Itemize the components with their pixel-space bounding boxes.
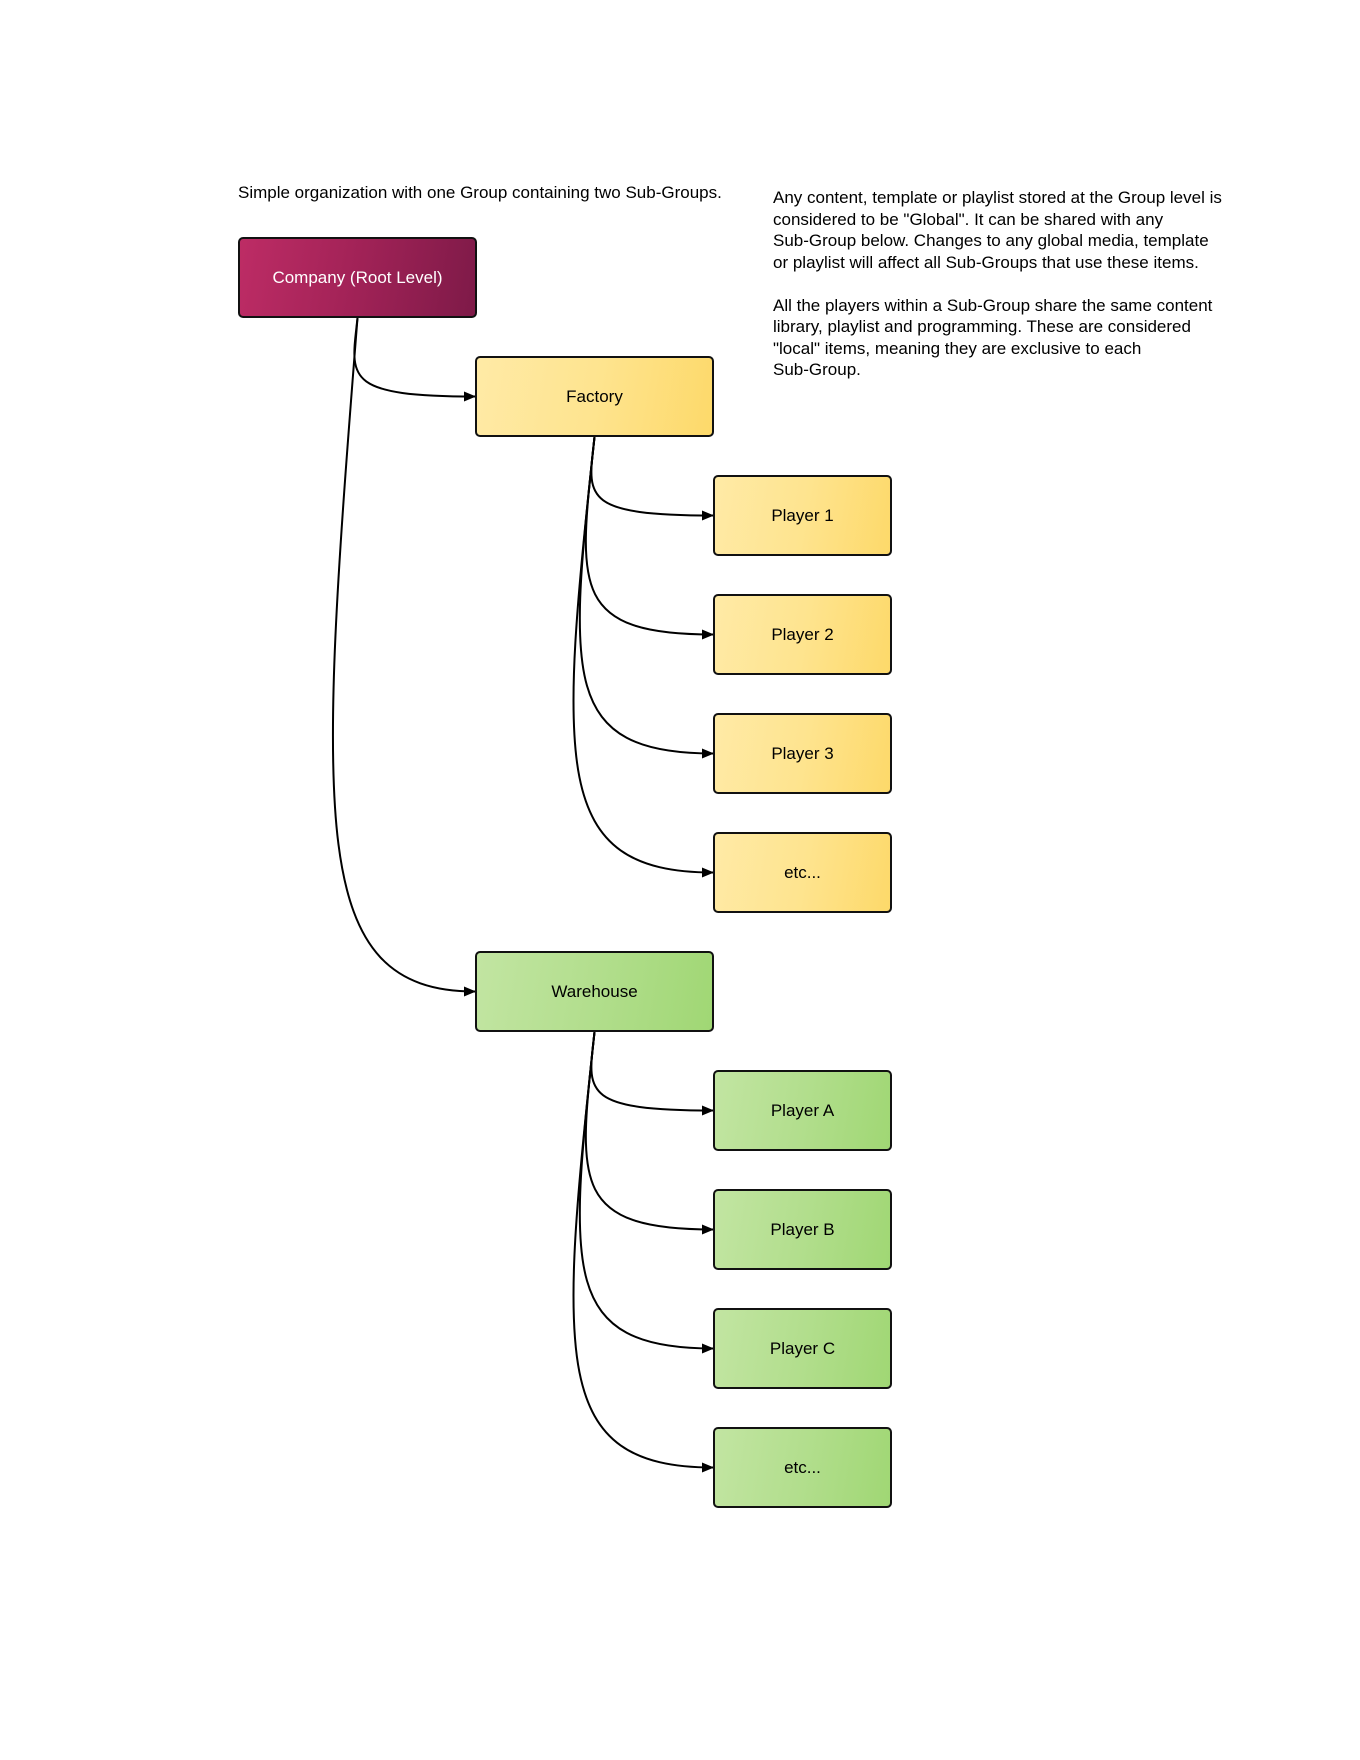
- node-label: Player 1: [771, 505, 834, 525]
- node-warehouse-etc[interactable]: etc...: [713, 1427, 892, 1508]
- node-company-root[interactable]: Company (Root Level): [238, 237, 477, 318]
- node-label: Player A: [770, 1100, 835, 1120]
- connector-player-c: [578, 1031, 714, 1354]
- node-label: Player B: [770, 1219, 835, 1239]
- node-label: Warehouse: [551, 981, 638, 1001]
- connector-factory-etc: [572, 436, 714, 878]
- connector-warehouse-etc: [572, 1031, 714, 1473]
- connector-company-to-warehouse: [331, 317, 476, 997]
- node-player-2[interactable]: Player 2: [713, 594, 892, 675]
- node-factory-etc[interactable]: etc...: [713, 832, 892, 913]
- node-player-a[interactable]: Player A: [713, 1070, 892, 1151]
- node-label: Player C: [769, 1338, 836, 1358]
- connector-company-to-factory: [353, 317, 476, 402]
- node-player-3[interactable]: Player 3: [713, 713, 892, 794]
- connector-layer: [331, 317, 714, 1473]
- node-label: etc...: [784, 1457, 821, 1477]
- node-player-b[interactable]: Player B: [713, 1189, 892, 1270]
- node-label: Player 2: [771, 624, 834, 644]
- connector-player-a: [590, 1031, 714, 1116]
- node-factory[interactable]: Factory: [475, 356, 714, 437]
- connector-player-b: [584, 1031, 714, 1235]
- node-player-1[interactable]: Player 1: [713, 475, 892, 556]
- connector-player-1: [590, 436, 714, 521]
- node-label: etc...: [784, 862, 821, 882]
- connector-player-3: [578, 436, 714, 759]
- node-warehouse[interactable]: Warehouse: [475, 951, 714, 1032]
- node-label: Factory: [566, 386, 623, 406]
- connector-player-2: [584, 436, 714, 640]
- node-label: Company (Root Level): [272, 267, 443, 287]
- node-player-c[interactable]: Player C: [713, 1308, 892, 1389]
- node-label: Player 3: [771, 743, 834, 763]
